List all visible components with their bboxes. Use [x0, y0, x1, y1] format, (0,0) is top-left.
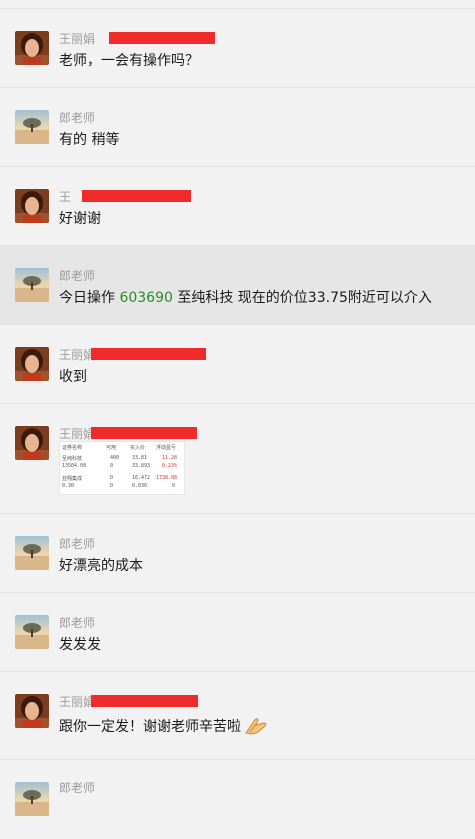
message-text: 今日操作 603690 至纯科技 现在的价位33.75附近可以介入 — [59, 287, 432, 307]
message-text-prefix: 今日操作 — [59, 290, 120, 306]
thumbnail-cell: 33.893 — [132, 463, 151, 469]
message-text: 跟你一定发！谢谢老师辛苦啦 — [59, 715, 268, 739]
chat-message[interactable]: 郎老师 好漂亮的成本 — [0, 514, 475, 593]
thumbnail-cell: 0 — [110, 463, 114, 469]
name-redaction — [91, 695, 198, 707]
chat-divider — [0, 0, 475, 9]
thumbnail-cell: 至纯科技 — [62, 456, 83, 462]
thumbnail-cell: 亚翔集成 — [62, 476, 83, 482]
sender-name: 王丽娟 — [59, 348, 96, 362]
chat-message[interactable]: 王丽娟 跟你一定发！谢谢老师辛苦啦 — [0, 672, 475, 760]
thumbnail-row: 至纯科技 400 33.81 11.28 — [62, 455, 182, 463]
woman-avatar[interactable] — [15, 347, 49, 381]
sender-name: 王丽娟 — [59, 32, 96, 46]
sender-name: 郎老师 — [59, 781, 96, 795]
message-text: 发发发 — [59, 637, 101, 653]
praying-hands-icon — [244, 715, 268, 739]
stock-code-link[interactable]: 603690 — [119, 290, 172, 306]
chat-message[interactable]: 王丽娟 老师，一会有操作吗？ — [0, 9, 475, 88]
woman-avatar[interactable] — [15, 31, 49, 65]
chat-message[interactable]: 郎老师 发发发 — [0, 593, 475, 672]
thumbnail-header-row: 证券名称 可用 买入价 浮动盈亏 — [62, 444, 182, 452]
chat-message[interactable]: 郎老师 有的 稍等 — [0, 88, 475, 167]
thumbnail-cell: 400 — [110, 455, 120, 461]
sender-name: 郎老师 — [59, 616, 96, 630]
woman-avatar[interactable] — [15, 189, 49, 223]
sender-name: 王丽娟 — [59, 695, 96, 709]
thumbnail-cell: 33.81 — [132, 455, 148, 461]
message-text-body: 跟你一定发！谢谢老师辛苦啦 — [59, 719, 241, 735]
thumbnail-cell: 证券名称 — [62, 445, 83, 451]
name-redaction — [109, 32, 215, 44]
name-redaction — [82, 190, 191, 202]
thumbnail-row: 13504.08 0 33.893 0.23% — [62, 463, 182, 471]
sunset-avatar[interactable] — [15, 536, 49, 570]
sender-name: 王 — [59, 190, 72, 204]
thumbnail-cell: 1738.08 — [156, 475, 178, 481]
thumbnail-cell: 13504.08 — [62, 463, 87, 469]
thumbnail-cell: 0 — [172, 483, 176, 489]
chat-history: 王丽娟 老师，一会有操作吗？ 郎老师 有的 稍等 王 好谢谢 郎老师 今日操作 … — [0, 0, 475, 816]
image-thumbnail[interactable]: 证券名称 可用 买入价 浮动盈亏 至纯科技 400 33.81 11.28 13… — [59, 441, 185, 495]
message-text: 有的 稍等 — [59, 132, 120, 148]
thumbnail-row: 亚翔集成 0 16.472 1738.08 — [62, 475, 182, 483]
thumbnail-cell: 11.28 — [162, 455, 178, 461]
sunset-avatar[interactable] — [15, 782, 49, 816]
chat-message[interactable]: 王 好谢谢 — [0, 167, 475, 246]
thumbnail-cell: 0.23% — [162, 463, 178, 469]
chat-message[interactable]: 王丽娟 收到 — [0, 325, 475, 404]
woman-avatar[interactable] — [15, 694, 49, 728]
thumbnail-cell: 浮动盈亏 — [156, 445, 177, 451]
thumbnail-cell: 可用 — [106, 445, 117, 451]
thumbnail-cell: 16.472 — [132, 475, 151, 481]
chat-message[interactable]: 王丽娟 证券名称 可用 买入价 浮动盈亏 至纯科技 400 33.81 11.2… — [0, 404, 475, 514]
message-text: 收到 — [59, 369, 87, 385]
woman-avatar[interactable] — [15, 426, 49, 460]
message-text: 好漂亮的成本 — [59, 558, 143, 574]
thumbnail-cell: 0 — [110, 483, 114, 489]
name-redaction — [91, 427, 197, 439]
sender-name: 郎老师 — [59, 111, 96, 125]
chat-message[interactable]: 郎老师 — [0, 760, 475, 839]
thumbnail-row: 0.30 0 0.030 0 — [62, 483, 182, 491]
name-redaction — [91, 348, 206, 360]
sender-name: 王丽娟 — [59, 427, 96, 441]
sunset-avatar[interactable] — [15, 110, 49, 144]
thumbnail-cell: 0.030 — [132, 483, 148, 489]
sunset-avatar[interactable] — [15, 268, 49, 302]
message-text-suffix: 至纯科技 现在的价位33.75附近可以介入 — [172, 290, 432, 306]
chat-message-selected[interactable]: 郎老师 今日操作 603690 至纯科技 现在的价位33.75附近可以介入 — [0, 246, 475, 325]
message-text: 老师，一会有操作吗？ — [59, 53, 199, 69]
thumbnail-cell: 买入价 — [130, 445, 146, 451]
thumbnail-cell: 0 — [110, 475, 114, 481]
message-text: 好谢谢 — [59, 211, 101, 227]
thumbnail-cell: 0.30 — [62, 483, 75, 489]
sender-name: 郎老师 — [59, 269, 96, 283]
sender-name: 郎老师 — [59, 537, 96, 551]
sunset-avatar[interactable] — [15, 615, 49, 649]
